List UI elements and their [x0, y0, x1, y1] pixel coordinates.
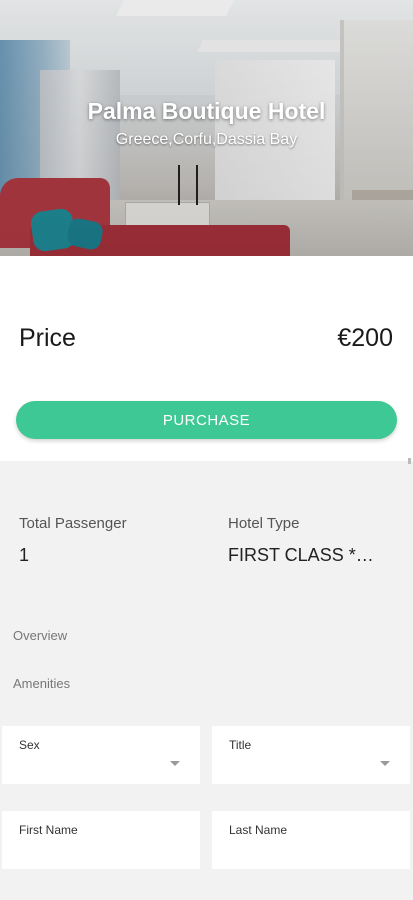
last-name-field[interactable]: Last Name: [212, 811, 410, 869]
sex-label: Sex: [19, 738, 40, 752]
last-name-label: Last Name: [229, 823, 288, 837]
hotel-hero-image: Palma Boutique Hotel Greece,Corfu,Dassia…: [0, 0, 413, 262]
sex-select[interactable]: Sex: [2, 726, 200, 784]
overview-section[interactable]: Overview: [13, 628, 67, 643]
total-passenger-label: Total Passenger: [19, 515, 127, 532]
purchase-button[interactable]: PURCHASE: [16, 401, 397, 439]
title-select[interactable]: Title: [212, 726, 410, 784]
price-value: €200: [337, 324, 393, 352]
total-passenger-value: 1: [19, 545, 30, 565]
title-label: Title: [229, 738, 252, 752]
scrollbar[interactable]: [408, 458, 411, 464]
hotel-type-value: FIRST CLASS *…: [228, 545, 374, 565]
first-name-label: First Name: [19, 823, 78, 837]
price-label: Price: [19, 324, 76, 352]
hotel-type-label: Hotel Type: [228, 515, 300, 532]
hotel-title: Palma Boutique Hotel: [87, 98, 326, 124]
first-name-field[interactable]: First Name: [2, 811, 200, 869]
amenities-section[interactable]: Amenities: [13, 676, 70, 691]
hotel-location: Greece,Corfu,Dassia Bay: [115, 131, 298, 148]
chevron-down-icon: [380, 761, 390, 766]
chevron-down-icon: [170, 761, 180, 766]
